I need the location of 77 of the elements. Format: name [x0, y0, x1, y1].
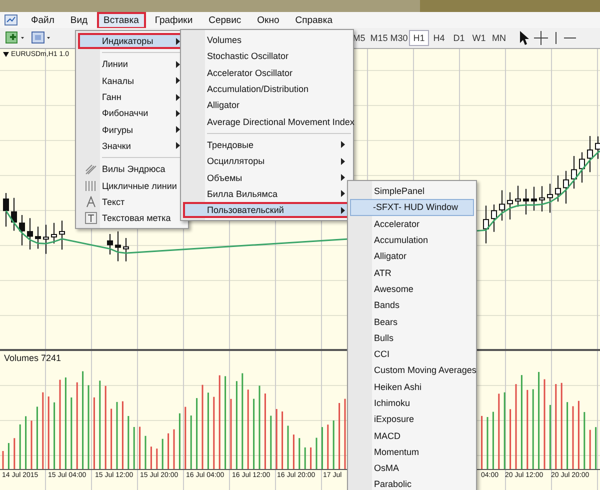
letter-a-icon — [85, 196, 97, 208]
candlestick — [507, 192, 513, 220]
vertical-lines-icon — [85, 180, 97, 192]
menu-item[interactable]: Bands — [350, 297, 474, 314]
menu-item[interactable]: OsMA — [350, 460, 474, 476]
menu-item[interactable]: Accumulation — [350, 232, 474, 248]
menu-item[interactable]: Alligator — [183, 97, 351, 114]
candlestick — [115, 230, 121, 262]
menu-item[interactable]: Momentum — [350, 444, 474, 460]
menu-item[interactable]: Accelerator — [350, 216, 474, 232]
menu-item[interactable]: Ichimoku — [350, 394, 474, 412]
menu-bar-item[interactable]: Вставка — [96, 12, 146, 28]
volume-label: Volumes 7241 — [4, 353, 62, 363]
candlestick — [595, 136, 600, 160]
menu-item[interactable]: Трендовые — [183, 136, 351, 154]
candlestick — [563, 170, 569, 204]
candlestick — [43, 224, 49, 254]
candlestick — [539, 186, 545, 212]
menu-item[interactable]: CCI — [350, 346, 474, 362]
timeframe-button[interactable]: H4 — [429, 30, 449, 46]
diagonal-lines-icon — [85, 163, 97, 176]
timeframe-button[interactable]: D1 — [449, 30, 469, 46]
candlestick — [555, 174, 561, 202]
timeframe-button[interactable]: H1 — [409, 30, 429, 46]
candlestick — [35, 226, 41, 250]
menu-bar-item[interactable]: Справка — [288, 12, 340, 28]
candlestick — [587, 135, 593, 173]
menu-item[interactable]: Объемы — [183, 169, 351, 186]
menu-item[interactable]: Stochastic Oscillator — [183, 48, 351, 65]
menu-bar-item[interactable]: Графики — [148, 12, 200, 28]
candlestick — [579, 152, 585, 184]
candlestick — [523, 188, 529, 215]
menu-item[interactable]: Alligator — [350, 248, 474, 264]
candlestick — [27, 218, 33, 250]
menu-item[interactable]: Bulls — [350, 330, 474, 346]
menu-item[interactable]: -SFXT- HUD Window — [350, 199, 474, 216]
menu-item[interactable]: Awesome — [350, 280, 474, 298]
menu-item[interactable]: ATR — [350, 264, 474, 281]
menu-item[interactable]: Heiken Ashi — [350, 378, 474, 395]
cursor-icon[interactable] — [517, 30, 531, 46]
candlestick — [107, 234, 113, 255]
menu-item[interactable]: Bears — [350, 313, 474, 330]
menu-item[interactable]: Билла Вильямса — [183, 186, 351, 202]
menu-bar-item[interactable]: Вид — [63, 12, 95, 28]
candlestick — [571, 155, 577, 190]
timeframe-button[interactable]: W1 — [469, 30, 489, 46]
candlestick — [531, 186, 537, 212]
candlestick — [483, 205, 489, 244]
candlestick — [19, 214, 25, 246]
app-icon — [4, 14, 18, 26]
text-label-icon — [85, 212, 97, 224]
menu-item[interactable]: MACD — [350, 427, 474, 444]
menu-item[interactable]: Custom Moving Averages — [350, 362, 474, 379]
timeframe-button[interactable]: M15 — [369, 30, 389, 46]
menu-bar-item[interactable]: Сервис — [202, 12, 248, 28]
menu-item[interactable]: SimplePanel — [350, 183, 474, 200]
menu-item[interactable]: Осцилляторы — [183, 153, 351, 170]
candlestick — [491, 204, 497, 232]
timeframe-button[interactable]: M30 — [389, 30, 409, 46]
candlestick — [547, 183, 553, 214]
crosshair-icon[interactable] — [533, 30, 549, 46]
menu-bar-item[interactable]: Файл — [24, 12, 62, 28]
menu-item[interactable]: Volumes — [183, 32, 351, 48]
menu-item[interactable]: Accumulation/Distribution — [183, 80, 351, 98]
candlestick — [3, 192, 9, 228]
menu-item[interactable]: Accelerator Oscillator — [183, 64, 351, 81]
candlestick — [499, 190, 505, 222]
dropdown-triangle-icon[interactable] — [3, 52, 9, 57]
candlestick — [515, 185, 521, 208]
candlestick — [11, 197, 17, 232]
menu-bar-item[interactable]: Окно — [250, 12, 286, 28]
candlestick — [123, 237, 129, 262]
timeframe-button[interactable]: MN — [489, 30, 509, 46]
candlestick — [51, 222, 57, 244]
menu-item[interactable]: Parabolic — [350, 476, 474, 490]
candlestick — [59, 220, 65, 250]
menu-item[interactable]: iExposure — [350, 411, 474, 428]
